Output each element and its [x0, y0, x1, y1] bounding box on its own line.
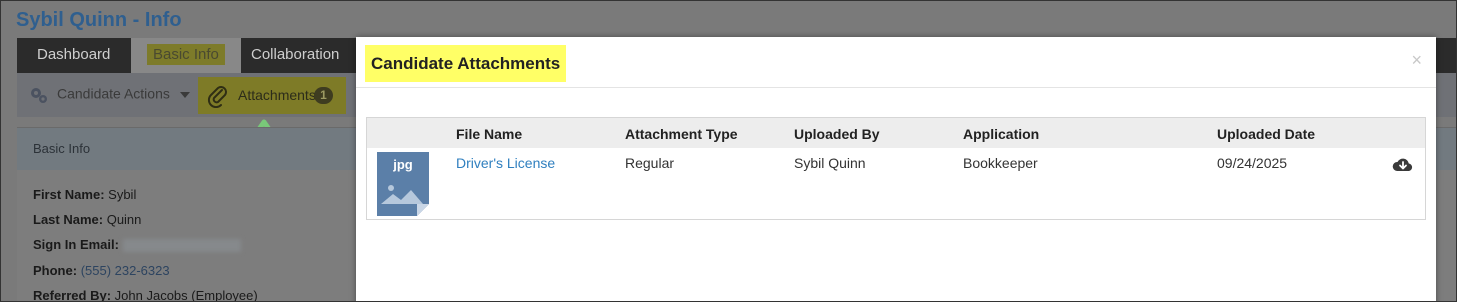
- uploaded-by-cell: Sybil Quinn: [794, 155, 866, 171]
- image-file-icon: jpg: [377, 152, 429, 216]
- last-name-label: Last Name:: [33, 212, 104, 227]
- attachments-table: File Name Attachment Type Uploaded By Ap…: [366, 117, 1426, 220]
- modal-title: Candidate Attachments: [365, 45, 567, 82]
- redacted-email: [122, 239, 241, 253]
- last-name-row: Last Name: Quinn: [33, 212, 141, 227]
- referred-by-label: Referred By:: [33, 288, 112, 302]
- col-file-name: File Name: [456, 126, 523, 142]
- attachments-button[interactable]: Attachments 1: [198, 77, 346, 114]
- last-name-value: Quinn: [106, 212, 142, 227]
- candidate-attachments-modal: Candidate Attachments × File Name Attach…: [356, 37, 1436, 301]
- tab-collaboration[interactable]: Collaboration: [235, 38, 355, 73]
- first-name-value: Sybil: [108, 187, 137, 202]
- modal-header: Candidate Attachments ×: [356, 37, 1436, 88]
- tab-basic-info-label: Basic Info: [147, 44, 225, 65]
- tab-dashboard[interactable]: Dashboard: [21, 38, 126, 73]
- tab-basic-info[interactable]: Basic Info: [131, 38, 241, 73]
- page-title: Sybil Quinn - Info: [16, 9, 182, 31]
- chevron-down-icon: [179, 92, 190, 98]
- first-name-label: First Name:: [33, 187, 105, 202]
- attachment-type-cell: Regular: [625, 155, 675, 171]
- col-uploaded-by: Uploaded By: [794, 126, 880, 142]
- uploaded-date-cell: 09/24/2025: [1217, 155, 1288, 171]
- referred-by-value: John Jacobs (Employee): [114, 288, 258, 302]
- col-uploaded-date: Uploaded Date: [1217, 126, 1316, 142]
- col-application: Application: [963, 126, 1040, 142]
- screen: Sybil Quinn - Info Dashboard Basic Info …: [0, 0, 1457, 302]
- attachments-label: Attachments: [238, 87, 316, 103]
- paperclip-icon: [207, 86, 227, 108]
- sign-in-email-label: Sign In Email:: [33, 237, 119, 252]
- referred-by-row: Referred By: John Jacobs (Employee): [33, 288, 258, 302]
- file-type-label: jpg: [392, 157, 413, 172]
- candidate-actions-label: Candidate Actions: [57, 85, 170, 102]
- application-cell: Bookkeeper: [963, 155, 1038, 171]
- table-header-row: File Name Attachment Type Uploaded By Ap…: [367, 118, 1425, 148]
- file-name-link[interactable]: Driver's License: [456, 155, 555, 171]
- cloud-download-icon[interactable]: [1392, 156, 1414, 174]
- phone-label: Phone:: [33, 263, 78, 278]
- first-name-row: First Name: Sybil: [33, 187, 136, 202]
- candidate-actions-dropdown[interactable]: Candidate Actions: [29, 85, 190, 105]
- sign-in-email-row: Sign In Email:: [33, 237, 241, 253]
- phone-row: Phone: (555) 232-6323: [33, 263, 170, 278]
- col-attachment-type: Attachment Type: [625, 126, 738, 142]
- attachments-count-badge: 1: [314, 87, 333, 104]
- basic-info-panel-title: Basic Info: [33, 141, 91, 156]
- phone-link[interactable]: (555) 232-6323: [81, 263, 170, 278]
- close-icon[interactable]: ×: [1411, 51, 1422, 69]
- gear-icon: [31, 88, 47, 103]
